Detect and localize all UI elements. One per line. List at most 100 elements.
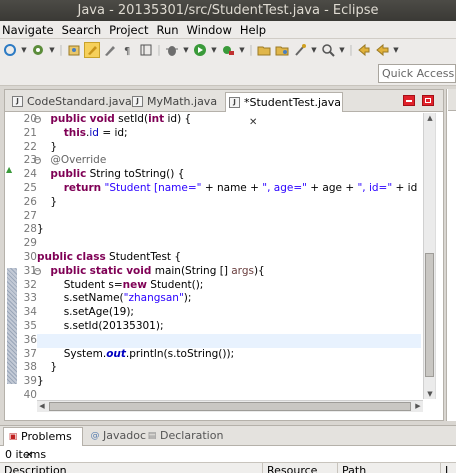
java-file-icon: J <box>12 96 23 107</box>
java-file-icon: J <box>132 96 143 107</box>
tab-declaration[interactable]: ▤ Declaration <box>143 427 224 446</box>
menu-window[interactable]: Window <box>183 21 236 39</box>
editor-vertical-scrollbar[interactable]: ▲ ▼ <box>423 113 435 399</box>
tab-label: *StudentTest.java <box>244 96 342 109</box>
chevron-down-icon[interactable]: ▼ <box>210 42 218 58</box>
scroll-right-icon[interactable]: ▶ <box>413 401 423 412</box>
scroll-thumb[interactable] <box>49 402 411 411</box>
code-area[interactable]: public void setId(int id) { this.id = id… <box>37 113 421 399</box>
scroll-thumb[interactable] <box>425 253 434 377</box>
quick-access-bar: Quick Access <box>0 61 456 86</box>
sync-icon[interactable] <box>2 42 18 58</box>
tab-label: Javadoc <box>103 429 146 442</box>
chevron-down-icon[interactable]: ▼ <box>238 42 246 58</box>
toolbar-separator: | <box>349 43 353 56</box>
selection-marker <box>7 268 17 384</box>
tab-label: MyMath.java <box>147 95 218 108</box>
column-description[interactable]: Description <box>0 463 67 473</box>
menu-search[interactable]: Search <box>58 21 106 39</box>
tab-codestandard[interactable]: J CodeStandard.java <box>9 92 132 112</box>
prev-annotation-icon[interactable] <box>356 42 372 58</box>
show-whitespace-icon[interactable]: ¶ <box>120 42 136 58</box>
code-line[interactable]: } <box>37 375 421 389</box>
code-line[interactable]: @Override <box>37 154 421 168</box>
code-line[interactable]: this.id = id; <box>37 127 421 141</box>
window-title: Java - 20135301/src/StudentTest.java - E… <box>0 0 456 21</box>
chevron-down-icon[interactable]: ▼ <box>182 42 190 58</box>
scroll-left-icon[interactable]: ◀ <box>37 401 47 412</box>
java-editor: J CodeStandard.java J MyMath.java J *Stu… <box>4 89 444 421</box>
tab-label: Problems <box>21 430 72 443</box>
code-line[interactable]: } <box>37 141 421 155</box>
code-line[interactable]: } <box>37 361 421 375</box>
code-line[interactable]: System.out.println(s.toString()); <box>37 348 421 362</box>
search-icon[interactable] <box>320 42 336 58</box>
tab-problems[interactable]: ▣ Problems ✕ <box>3 427 83 461</box>
declaration-icon: ▤ <box>147 431 157 441</box>
overview-ruler <box>435 113 443 399</box>
code-line[interactable]: s.setAge(19); <box>37 306 421 320</box>
problems-count: 0 items <box>5 448 47 461</box>
code-line[interactable]: return "Student [name=" + name + ", age=… <box>37 182 421 196</box>
fold-column: − − − <box>26 113 41 399</box>
menu-bar: Navigate Search Project Run Window Help <box>0 21 456 39</box>
vertical-ruler: ▲ <box>5 113 19 399</box>
open-type-icon[interactable] <box>274 42 290 58</box>
chevron-down-icon[interactable]: ▼ <box>310 42 318 58</box>
tab-mymath[interactable]: J MyMath.java <box>129 92 217 112</box>
quick-access-input[interactable]: Quick Access <box>378 64 456 83</box>
menu-navigate[interactable]: Navigate <box>0 21 58 39</box>
menu-help[interactable]: Help <box>236 21 270 39</box>
outline-tab-stub[interactable] <box>448 89 456 111</box>
block-select-icon[interactable] <box>138 42 154 58</box>
menu-run[interactable]: Run <box>152 21 182 39</box>
tab-label: CodeStandard.java <box>27 95 132 108</box>
code-line[interactable] <box>37 389 421 399</box>
code-line[interactable] <box>37 210 421 224</box>
chevron-down-icon[interactable]: ▼ <box>48 42 56 58</box>
new-java-project-icon[interactable] <box>66 42 82 58</box>
code-line[interactable] <box>37 237 421 251</box>
back-icon[interactable] <box>374 42 390 58</box>
open-task-icon[interactable] <box>292 42 308 58</box>
code-line[interactable]: s.setId(20135301); <box>37 320 421 334</box>
pen-icon[interactable] <box>102 42 118 58</box>
code-line[interactable]: } <box>37 223 421 237</box>
code-line[interactable]: public static void main(String [] args){ <box>37 265 421 279</box>
svg-text:¶: ¶ <box>124 46 130 57</box>
column-path[interactable]: Path <box>337 463 366 473</box>
debug-icon[interactable] <box>164 42 180 58</box>
editor-tab-bar: J CodeStandard.java J MyMath.java J *Stu… <box>5 90 443 128</box>
toolbar-separator: | <box>59 43 63 56</box>
main-toolbar: ▼ ▼ | ¶ | ▼ ▼ ▼ | ▼ ▼ | ▼ <box>0 39 456 61</box>
code-line[interactable]: public class StudentTest { <box>37 251 421 265</box>
editor-horizontal-scrollbar[interactable]: ◀ ▶ <box>37 400 423 412</box>
scroll-up-icon[interactable]: ▲ <box>425 113 435 123</box>
open-folder-icon[interactable] <box>256 42 272 58</box>
outline-panel-edge <box>446 89 456 421</box>
code-line[interactable]: } <box>37 196 421 210</box>
toolbar-separator: | <box>157 43 161 56</box>
maximize-button[interactable] <box>422 95 434 106</box>
java-file-icon: J <box>229 97 240 108</box>
run-icon[interactable] <box>192 42 208 58</box>
code-line[interactable] <box>37 333 421 348</box>
scroll-down-icon[interactable]: ▼ <box>425 389 435 399</box>
menu-project[interactable]: Project <box>105 21 152 39</box>
toolbar-separator: | <box>249 43 253 56</box>
code-line[interactable]: s.setName("zhangsan"); <box>37 292 421 306</box>
column-location[interactable]: L <box>440 463 451 473</box>
chevron-down-icon[interactable]: ▼ <box>338 42 346 58</box>
column-resource[interactable]: Resource <box>262 463 317 473</box>
code-line[interactable]: public String toString() { <box>37 168 421 182</box>
tab-studenttest[interactable]: J *StudentTest.java ✕ <box>225 92 343 128</box>
tab-javadoc[interactable]: @ Javadoc <box>86 427 147 446</box>
chevron-down-icon[interactable]: ▼ <box>392 42 400 58</box>
external-tools-icon[interactable] <box>220 42 236 58</box>
gear-run-icon[interactable] <box>30 42 46 58</box>
code-line[interactable]: Student s=new Student(); <box>37 279 421 293</box>
chevron-down-icon[interactable]: ▼ <box>20 42 28 58</box>
code-line[interactable]: public void setId(int id) { <box>37 113 421 127</box>
highlight-icon[interactable] <box>84 42 100 58</box>
minimize-button[interactable] <box>403 95 415 106</box>
